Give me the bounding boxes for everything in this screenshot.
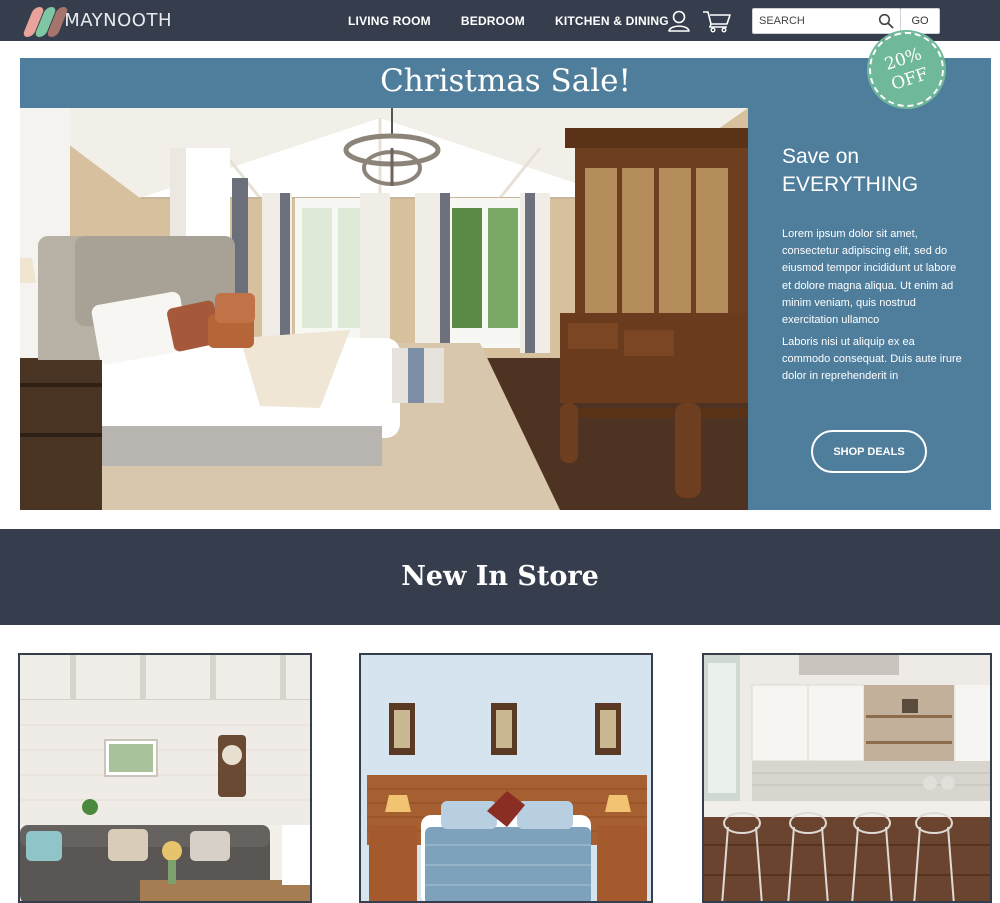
search-go-button[interactable]: GO xyxy=(900,8,940,34)
product-card-kitchen[interactable] xyxy=(702,653,992,903)
promo-paragraph-1: Lorem ipsum dolor sit amet, consectetur … xyxy=(782,228,957,327)
search-icon[interactable] xyxy=(878,13,894,29)
promo-side-panel: Save on EVERYTHING Lorem ipsum dolor sit… xyxy=(748,108,991,510)
section-title: New In Store xyxy=(401,561,599,592)
nav-link-kitchen-dining[interactable]: KITCHEN & DINING xyxy=(555,14,669,28)
nav-link-living-room[interactable]: LIVING ROOM xyxy=(348,14,431,28)
logo-mark-icon xyxy=(21,5,70,37)
product-card-bedroom[interactable] xyxy=(359,653,653,903)
top-navbar: MAYNOOTH LIVING ROOM BEDROOM KITCHEN & D… xyxy=(0,0,1000,41)
shop-deals-button[interactable]: SHOP DEALS xyxy=(811,430,927,473)
promo-paragraph-2: Laboris nisi ut aliquip ex ea commodo co… xyxy=(782,336,962,383)
cart-icon[interactable] xyxy=(702,9,732,33)
brand-name: MAYNOOTH xyxy=(64,9,172,31)
living-room-photo xyxy=(20,655,310,901)
new-in-store-header: New In Store xyxy=(0,529,1000,625)
promo-heading-line2: EVERYTHING xyxy=(782,173,919,196)
bedroom-photo xyxy=(20,108,748,510)
promo-heading-line1: Save on xyxy=(782,145,860,168)
search-input[interactable] xyxy=(753,9,873,33)
discount-badge-label: 20% OFF xyxy=(882,43,931,95)
promo-banner: Christmas Sale! Save on EVERYTHING Lorem… xyxy=(20,58,991,510)
bedroom-photo xyxy=(361,655,651,901)
brand-logo[interactable]: MAYNOOTH xyxy=(21,5,172,37)
product-card-living-room[interactable] xyxy=(18,653,312,903)
search-box xyxy=(752,8,901,34)
promo-heading: Save on EVERYTHING xyxy=(782,143,918,199)
nav-links: LIVING ROOM BEDROOM KITCHEN & DINING xyxy=(348,0,699,41)
nav-link-bedroom[interactable]: BEDROOM xyxy=(461,14,525,28)
user-icon[interactable] xyxy=(666,9,692,33)
promo-title: Christmas Sale! xyxy=(380,63,631,99)
kitchen-photo xyxy=(704,655,990,901)
